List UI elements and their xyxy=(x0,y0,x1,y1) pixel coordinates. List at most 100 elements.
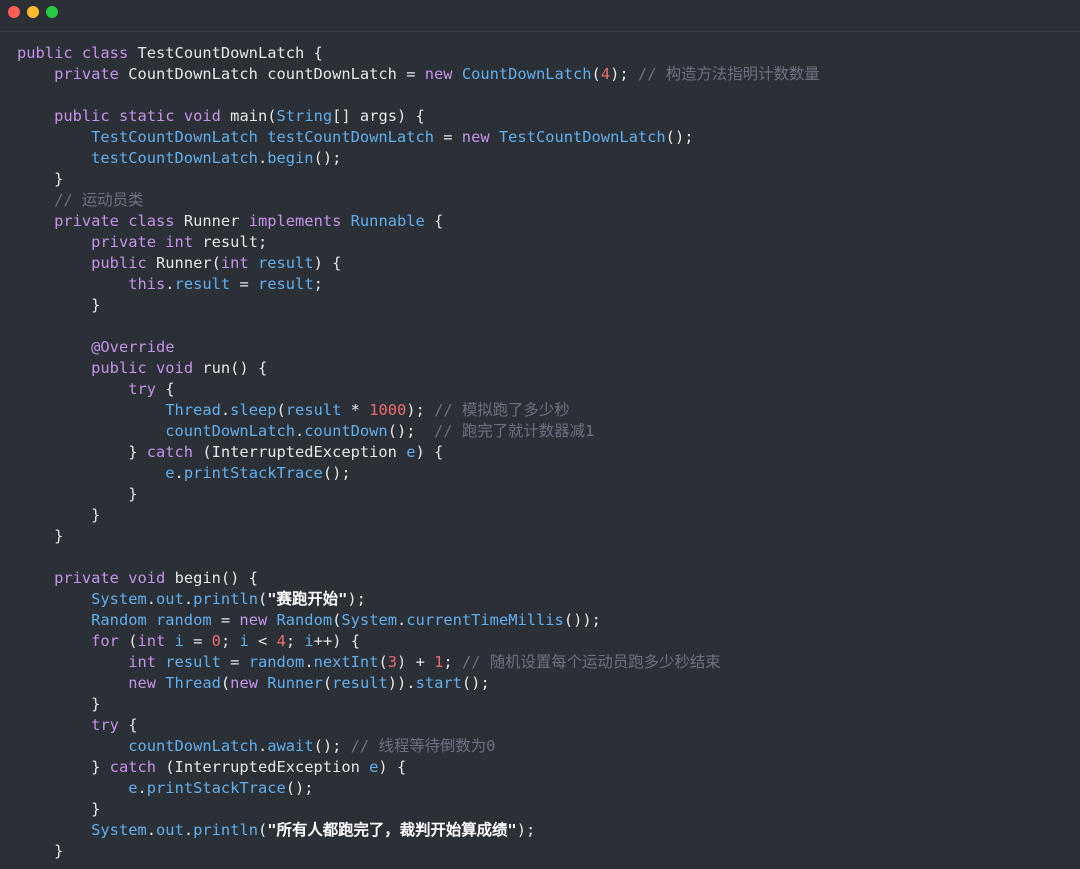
code-line: } xyxy=(17,526,820,547)
code-token-plain: ++) { xyxy=(313,632,361,650)
code-line: Random random = new Random(System.curren… xyxy=(17,610,820,631)
code-token-keyword: new xyxy=(239,611,277,629)
maximize-window-icon[interactable] xyxy=(46,6,58,18)
code-line: private class Runner implements Runnable… xyxy=(17,211,820,232)
code-token-plain: ( xyxy=(258,590,268,608)
code-line: public void run() { xyxy=(17,358,820,379)
code-token-keyword: void xyxy=(183,107,231,125)
code-token-plain: } xyxy=(17,842,64,860)
code-token-comment: // 运动员类 xyxy=(54,191,144,209)
code-token-plain: run() { xyxy=(202,359,268,377)
code-token-plain: . xyxy=(146,590,157,608)
code-token-plain: ); xyxy=(347,590,366,608)
code-token-plain: { xyxy=(128,716,138,734)
code-token-keyword: private xyxy=(54,569,129,587)
code-token-type: result xyxy=(285,401,342,419)
minimize-window-icon[interactable] xyxy=(27,6,39,18)
code-token-plain: { xyxy=(165,380,175,398)
code-token-plain: < xyxy=(248,632,277,650)
code-token-number: 3 xyxy=(387,653,398,671)
code-token-plain: Runner( xyxy=(156,254,221,272)
code-token-keyword: public xyxy=(17,44,82,62)
code-token-plain: ) { xyxy=(378,758,407,776)
code-token-type: i xyxy=(239,632,249,650)
code-line: } xyxy=(17,505,820,526)
code-token-plain: } xyxy=(17,506,101,524)
code-line: for (int i = 0; i < 4; i++) { xyxy=(17,631,820,652)
code-token-keyword: catch xyxy=(109,758,166,776)
code-token-plain: . xyxy=(257,737,268,755)
code-token-plain: ( xyxy=(591,65,601,83)
code-line: this.result = result; xyxy=(17,274,820,295)
code-token-keyword: void xyxy=(156,359,203,377)
code-token-string: "所有人都跑完了，裁判开始算成绩" xyxy=(267,821,517,839)
code-line: testCountDownLatch.begin(); xyxy=(17,148,820,169)
code-token-keyword: void xyxy=(128,569,175,587)
code-token-number: 0 xyxy=(211,632,221,650)
code-token-plain: ); xyxy=(516,821,536,839)
code-token-plain: ) { xyxy=(415,443,444,461)
code-token-plain: . xyxy=(220,401,231,419)
code-line: } catch (InterruptedException e) { xyxy=(17,442,820,463)
code-token-type: println xyxy=(193,590,258,608)
code-token-type: countDown xyxy=(304,422,388,440)
code-line: e.printStackTrace(); xyxy=(17,778,820,799)
code-line: private void begin() { xyxy=(17,568,820,589)
code-line: System.out.println("所有人都跑完了，裁判开始算成绩"); xyxy=(17,820,820,841)
code-token-comment: // 模拟跑了多少秒 xyxy=(434,401,570,419)
window-titlebar xyxy=(0,0,1080,28)
code-token-keyword: int xyxy=(128,653,166,671)
code-line: countDownLatch.await(); // 线程等待倒数为0 xyxy=(17,736,820,757)
code-token-plain: { xyxy=(424,212,444,230)
code-token-plain: ( xyxy=(128,632,138,650)
code-token-type: result xyxy=(174,275,231,293)
code-token-type: System xyxy=(91,821,147,839)
code-line: } xyxy=(17,694,820,715)
code-token-plain: ); xyxy=(406,401,435,419)
code-line: System.out.println("赛跑开始"); xyxy=(17,589,820,610)
code-token-type: i xyxy=(174,632,184,650)
code-token-keyword: int xyxy=(137,632,175,650)
code-token-plain: . xyxy=(183,821,194,839)
code-token-type: testCountDownLatch xyxy=(91,149,258,167)
code-token-keyword: class xyxy=(81,44,138,62)
code-token-plain: ( xyxy=(220,674,231,692)
code-line: e.printStackTrace(); xyxy=(17,463,820,484)
code-token-plain: . xyxy=(165,275,175,293)
code-token-plain: } xyxy=(17,758,110,776)
code-line: countDownLatch.countDown(); // 跑完了就计数器减1 xyxy=(17,421,820,442)
code-token-type: countDownLatch xyxy=(165,422,295,440)
code-line: Thread.sleep(result * 1000); // 模拟跑了多少秒 xyxy=(17,400,820,421)
code-token-type: Thread xyxy=(165,401,221,419)
code-token-plain: . xyxy=(183,590,194,608)
code-window: public class TestCountDownLatch { privat… xyxy=(0,0,1080,869)
code-token-type: nextInt xyxy=(313,653,379,671)
code-token-plain: = xyxy=(211,611,240,629)
code-token-number: 4 xyxy=(600,65,611,83)
code-token-plain: (); xyxy=(285,779,314,797)
code-token-keyword: for xyxy=(91,632,129,650)
code-line: private int result; xyxy=(17,232,820,253)
code-token-type: TestCountDownLatch xyxy=(498,128,666,146)
code-token-keyword: new xyxy=(461,128,499,146)
code-token-string: "赛跑开始" xyxy=(267,590,348,608)
code-token-type: System xyxy=(341,611,397,629)
code-token-plain: = xyxy=(220,653,249,671)
code-token-plain: ( xyxy=(276,401,286,419)
close-window-icon[interactable] xyxy=(8,6,20,18)
code-line: try { xyxy=(17,379,820,400)
code-editor[interactable]: public class TestCountDownLatch { privat… xyxy=(17,43,820,862)
code-token-plain: ( xyxy=(332,611,342,629)
code-token-type: begin xyxy=(267,149,314,167)
